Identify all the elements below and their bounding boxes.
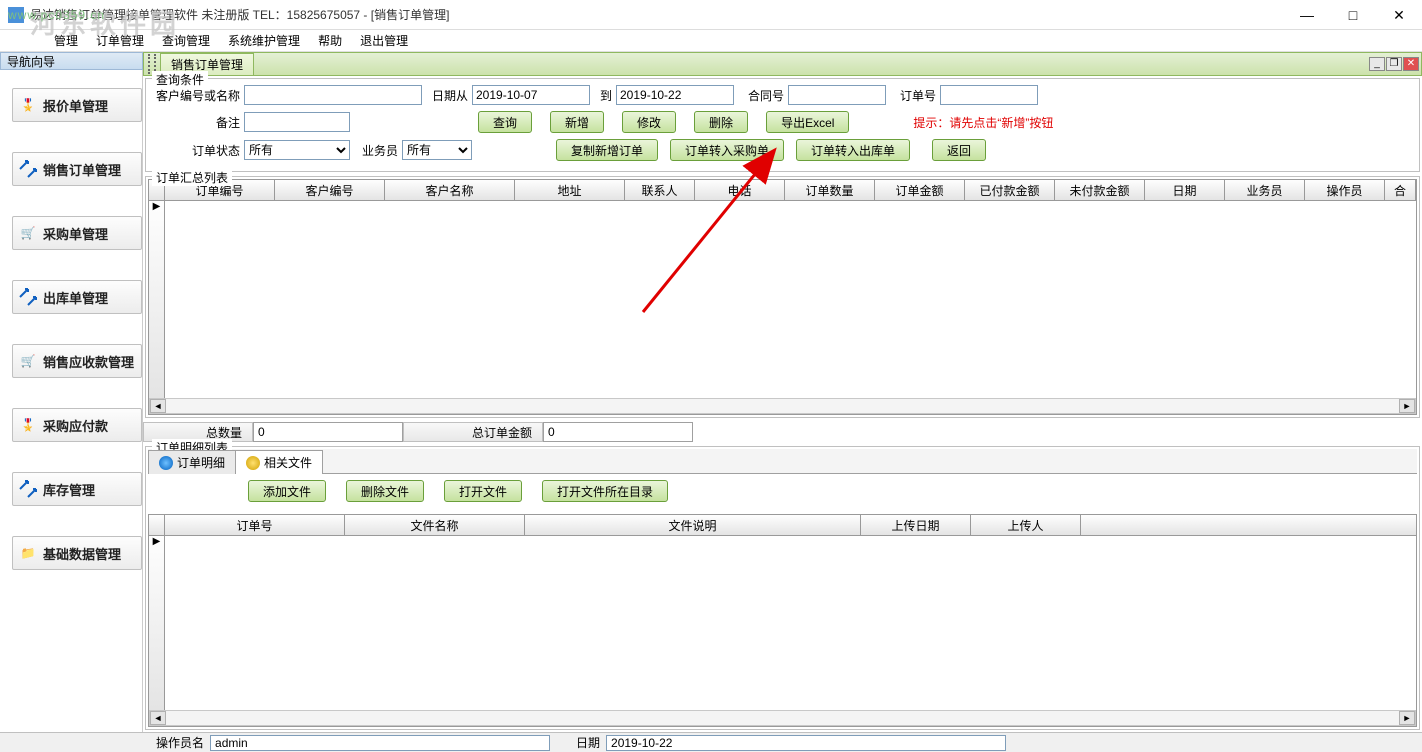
close-button[interactable]: ✕ — [1376, 0, 1422, 30]
date-from-input[interactable] — [472, 85, 590, 105]
child-restore-button[interactable]: ❐ — [1386, 57, 1402, 71]
order-input[interactable] — [940, 85, 1038, 105]
add-file-button[interactable]: 添加文件 — [248, 480, 326, 502]
grid2-scrollbar[interactable]: ◄► — [149, 710, 1416, 726]
date-to-input[interactable] — [616, 85, 734, 105]
row-marker-icon: ▶ — [149, 536, 165, 710]
grid1-header: 订单编号 客户编号 客户名称 地址 联系人 电话 订单数量 订单金额 已付款金额… — [149, 180, 1416, 201]
menu-help[interactable]: 帮助 — [310, 30, 350, 51]
operator-value — [210, 735, 550, 751]
arrows-icon — [17, 286, 39, 308]
open-dir-button[interactable]: 打开文件所在目录 — [542, 480, 668, 502]
date-to-label: 到 — [594, 87, 612, 104]
delete-file-button[interactable]: 删除文件 — [346, 480, 424, 502]
menu-bar: 管理 订单管理 查询管理 系统维护管理 帮助 退出管理 — [0, 30, 1422, 52]
badge-icon: 🎖️ — [17, 94, 39, 116]
order-summary-grid[interactable]: 订单编号 客户编号 客户名称 地址 联系人 电话 订单数量 订单金额 已付款金额… — [148, 179, 1417, 415]
sidebar-stock[interactable]: 库存管理 — [12, 472, 142, 506]
arrows-icon — [17, 158, 39, 180]
folder-icon: 📁 — [17, 542, 39, 564]
status-label: 订单状态 — [154, 142, 240, 159]
open-file-button[interactable]: 打开文件 — [444, 480, 522, 502]
date-from-label: 日期从 — [426, 87, 468, 104]
copy-order-button[interactable]: 复制新增订单 — [556, 139, 658, 161]
delete-button[interactable]: 删除 — [694, 111, 748, 133]
customer-label: 客户编号或名称 — [154, 87, 240, 104]
row-marker-icon: ▶ — [149, 201, 165, 398]
arrows-icon — [17, 478, 39, 500]
child-close-button[interactable]: ✕ — [1403, 57, 1419, 71]
globe-icon — [159, 456, 173, 470]
summary-bar: 总数量 0 总订单金额 0 — [143, 420, 1422, 444]
shield-icon — [246, 456, 260, 470]
query-conditions-group: 查询条件 客户编号或名称 日期从 到 合同号 订单号 备注 查询 新增 — [145, 78, 1420, 172]
tab-related-files[interactable]: 相关文件 — [235, 450, 323, 474]
sidebar-basedata[interactable]: 📁基础数据管理 — [12, 536, 142, 570]
query-button[interactable]: 查询 — [478, 111, 532, 133]
total-amt-value: 0 — [543, 422, 693, 442]
cart-icon: 🛒 — [17, 350, 39, 372]
hint-text: 提示：请先点击“新增”按钮 — [913, 114, 1053, 131]
export-excel-button[interactable]: 导出Excel — [766, 111, 849, 133]
file-grid[interactable]: 订单号 文件名称 文件说明 上传日期 上传人 ▶ ◄► — [148, 514, 1417, 727]
sidebar-quote[interactable]: 🎖️报价单管理 — [12, 88, 142, 122]
order-label: 订单号 — [890, 87, 936, 104]
salesman-label: 业务员 — [354, 142, 398, 159]
contract-input[interactable] — [788, 85, 886, 105]
sidebar: 🎖️报价单管理 销售订单管理 🛒采购单管理 出库单管理 🛒销售应收款管理 🎖️采… — [0, 70, 143, 732]
total-amt-label: 总订单金额 — [403, 422, 543, 442]
status-select[interactable]: 所有 — [244, 140, 350, 160]
grid1-scrollbar[interactable]: ◄► — [149, 398, 1416, 414]
sidebar-outbound[interactable]: 出库单管理 — [12, 280, 142, 314]
minimize-button[interactable]: — — [1284, 0, 1330, 30]
remark-label: 备注 — [154, 114, 240, 131]
window-title: 易达销售订单管理接单管理软件 未注册版 TEL：15825675057 - [销… — [30, 6, 449, 23]
detail-tabs: 订单明细 相关文件 — [148, 449, 1417, 474]
total-qty-value: 0 — [253, 422, 403, 442]
query-conditions-legend: 查询条件 — [152, 71, 208, 88]
main-area: 销售订单管理 _ ❐ ✕ 查询条件 客户编号或名称 日期从 到 合同号 订单号 — [143, 52, 1422, 732]
menu-system[interactable]: 系统维护管理 — [220, 30, 308, 51]
status-date-label: 日期 — [576, 734, 600, 751]
menu-exit[interactable]: 退出管理 — [352, 30, 416, 51]
remark-input[interactable] — [244, 112, 350, 132]
sidebar-receivable[interactable]: 🛒销售应收款管理 — [12, 344, 142, 378]
app-icon — [8, 7, 24, 23]
salesman-select[interactable]: 所有 — [402, 140, 472, 160]
sidebar-payable[interactable]: 🎖️采购应付款 — [12, 408, 142, 442]
grid2-header: 订单号 文件名称 文件说明 上传日期 上传人 — [149, 515, 1416, 536]
back-button[interactable]: 返回 — [932, 139, 986, 161]
to-purchase-button[interactable]: 订单转入采购单 — [670, 139, 784, 161]
cart-icon: 🛒 — [17, 222, 39, 244]
maximize-button[interactable]: □ — [1330, 0, 1376, 30]
sidebar-sales-order[interactable]: 销售订单管理 — [12, 152, 142, 186]
menu-manage[interactable]: 管理 — [46, 30, 86, 51]
order-detail-group: 订单明细列表 订单明细 相关文件 添加文件 删除文件 打开文件 打开文件所在目录… — [145, 446, 1420, 730]
order-summary-legend: 订单汇总列表 — [152, 169, 232, 186]
customer-input[interactable] — [244, 85, 422, 105]
sidebar-purchase[interactable]: 🛒采购单管理 — [12, 216, 142, 250]
order-summary-group: 订单汇总列表 订单编号 客户编号 客户名称 地址 联系人 电话 订单数量 订单金… — [145, 176, 1420, 418]
status-date-value — [606, 735, 1006, 751]
contract-label: 合同号 — [738, 87, 784, 104]
nav-header: 导航向导 — [0, 52, 143, 70]
child-minimize-button[interactable]: _ — [1369, 57, 1385, 71]
title-bar: 易达销售订单管理接单管理软件 未注册版 TEL：15825675057 - [销… — [0, 0, 1422, 30]
operator-label: 操作员名 — [156, 734, 204, 751]
tab-order-detail[interactable]: 订单明细 — [148, 450, 236, 474]
menu-orders[interactable]: 订单管理 — [88, 30, 152, 51]
status-bar: 操作员名 日期 — [0, 732, 1422, 752]
to-outbound-button[interactable]: 订单转入出库单 — [796, 139, 910, 161]
add-button[interactable]: 新增 — [550, 111, 604, 133]
child-window-tabstrip: 销售订单管理 _ ❐ ✕ — [143, 52, 1422, 76]
menu-query[interactable]: 查询管理 — [154, 30, 218, 51]
badge-icon: 🎖️ — [17, 414, 39, 436]
edit-button[interactable]: 修改 — [622, 111, 676, 133]
